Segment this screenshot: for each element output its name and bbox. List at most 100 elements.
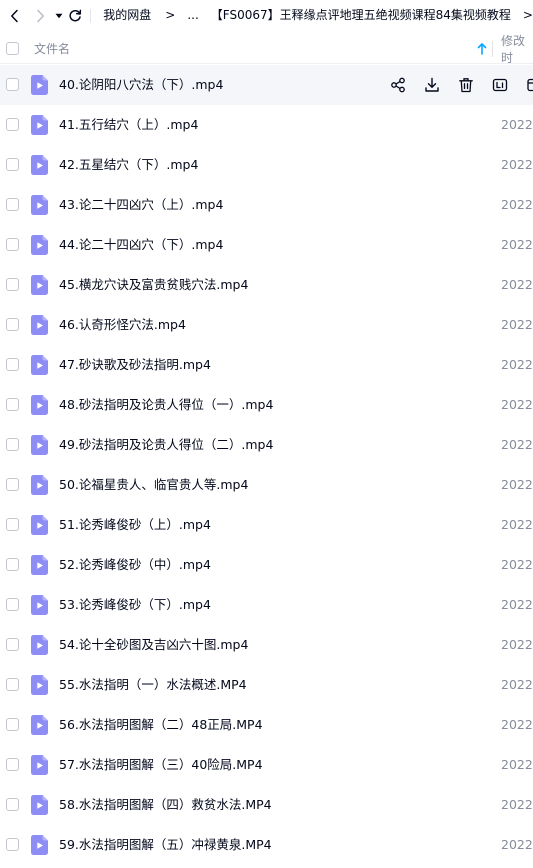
breadcrumb-root[interactable]: 我的网盘 — [103, 0, 151, 31]
file-row[interactable]: 48.砂法指明及论贵人得位（一）.mp4 2022- — [0, 385, 533, 425]
row-checkbox[interactable] — [6, 478, 19, 491]
row-checkbox[interactable] — [6, 558, 19, 571]
delete-icon — [459, 78, 473, 93]
modified-date: 2022- — [501, 277, 533, 292]
chevron-right-icon — [37, 9, 44, 22]
file-row[interactable]: 58.水法指明图解（四）救贫水法.MP4 2022- — [0, 785, 533, 825]
file-list-header: 文件名 修改时 — [0, 32, 533, 66]
breadcrumb-ellipsis[interactable]: ... — [187, 0, 198, 31]
arrow-up-icon[interactable] — [476, 41, 488, 57]
row-checkbox[interactable] — [6, 158, 19, 171]
row-checkbox[interactable] — [6, 518, 19, 531]
file-row[interactable]: 54.论十全砂图及吉凶六十图.mp4 2022- — [0, 625, 533, 665]
modified-date: 2022- — [501, 797, 533, 812]
file-row[interactable]: 51.论秀峰俊砂（上）.mp4 2022- — [0, 505, 533, 545]
file-row[interactable]: 59.水法指明图解（五）冲禄黄泉.MP4 2022- — [0, 825, 533, 865]
file-name[interactable]: 44.论二十四凶穴（下）.mp4 — [59, 225, 223, 265]
file-name[interactable]: 45.横龙穴诀及富贵贫贱穴法.mp4 — [59, 265, 248, 305]
file-row[interactable]: 55.水法指明（一）水法概述.MP4 2022- — [0, 665, 533, 705]
file-row[interactable]: 41.五行结穴（上）.mp4 2022- — [0, 105, 533, 145]
row-checkbox[interactable] — [6, 678, 19, 691]
file-row[interactable]: 45.横龙穴诀及富贵贫贱穴法.mp4 2022- — [0, 265, 533, 305]
file-name[interactable]: 41.五行结穴（上）.mp4 — [59, 105, 198, 145]
file-name[interactable]: 46.认奇形怪穴法.mp4 — [59, 305, 186, 345]
file-name[interactable]: 57.水法指明图解（三）40险局.MP4 — [59, 745, 263, 785]
file-row[interactable]: 52.论秀峰俊砂（中）.mp4 2022- — [0, 545, 533, 585]
file-name[interactable]: 56.水法指明图解（二）48正局.MP4 — [59, 705, 263, 745]
file-row[interactable]: 57.水法指明图解（三）40险局.MP4 2022- — [0, 745, 533, 785]
row-checkbox[interactable] — [6, 278, 19, 291]
file-name[interactable]: 59.水法指明图解（五）冲禄黄泉.MP4 — [59, 825, 272, 865]
row-checkbox[interactable] — [6, 758, 19, 771]
file-name[interactable]: 54.论十全砂图及吉凶六十图.mp4 — [59, 625, 248, 665]
file-name[interactable]: 48.砂法指明及论贵人得位（一）.mp4 — [59, 385, 273, 425]
modified-date: 2022- — [501, 757, 533, 772]
refresh-button[interactable] — [66, 0, 84, 31]
share-icon — [391, 77, 405, 93]
video-file-icon — [31, 635, 48, 655]
file-name[interactable]: 43.论二十四凶穴（上）.mp4 — [59, 185, 223, 225]
delete-button[interactable] — [456, 75, 476, 95]
row-checkbox[interactable] — [6, 798, 19, 811]
file-row[interactable]: 42.五星结穴（下）.mp4 2022- — [0, 145, 533, 185]
row-checkbox[interactable] — [6, 598, 19, 611]
breadcrumb-separator: > — [165, 8, 176, 22]
video-file-icon — [31, 435, 48, 455]
nav-bar: 我的网盘 > ... 【FS0067】王释缘点评地理五绝视频课程84集视频教程 … — [0, 0, 533, 31]
row-checkbox[interactable] — [6, 438, 19, 451]
file-name[interactable]: 52.论秀峰俊砂（中）.mp4 — [59, 545, 211, 585]
file-name[interactable]: 47.砂诀歌及砂法指明.mp4 — [59, 345, 211, 385]
more-button[interactable] — [524, 75, 533, 95]
row-checkbox[interactable] — [6, 118, 19, 131]
file-row[interactable]: 53.论秀峰俊砂（下）.mp4 2022- — [0, 585, 533, 625]
row-checkbox[interactable] — [6, 318, 19, 331]
row-checkbox[interactable] — [6, 358, 19, 371]
video-file-icon — [31, 395, 48, 415]
file-row[interactable]: 46.认奇形怪穴法.mp4 2022- — [0, 305, 533, 345]
file-row[interactable]: 44.论二十四凶穴（下）.mp4 2022- — [0, 225, 533, 265]
share-button[interactable] — [388, 75, 408, 95]
file-row[interactable]: 56.水法指明图解（二）48正局.MP4 2022- — [0, 705, 533, 745]
row-checkbox[interactable] — [6, 638, 19, 651]
video-file-icon — [31, 355, 48, 375]
modified-date: 2022- — [501, 117, 533, 132]
video-file-icon — [31, 755, 48, 775]
file-row[interactable]: 43.论二十四凶穴（上）.mp4 2022- — [0, 185, 533, 225]
download-button[interactable] — [422, 75, 442, 95]
video-file-icon — [31, 555, 48, 575]
video-file-icon — [31, 835, 48, 855]
file-row[interactable]: 50.论福星贵人、临官贵人等.mp4 2022- — [0, 465, 533, 505]
breadcrumb-separator: > — [522, 8, 533, 22]
rename-button[interactable] — [490, 75, 510, 95]
select-all-checkbox[interactable] — [6, 42, 19, 55]
forward-button[interactable] — [27, 0, 52, 31]
video-file-icon — [31, 235, 48, 255]
column-divider[interactable] — [492, 41, 493, 57]
column-header-modified[interactable]: 修改时 — [501, 32, 533, 66]
column-header-name[interactable]: 文件名 — [34, 40, 70, 57]
row-checkbox[interactable] — [6, 838, 19, 851]
file-name[interactable]: 40.论阴阳八穴法（下）.mp4 — [59, 65, 223, 105]
row-checkbox[interactable] — [6, 78, 19, 91]
download-icon — [425, 77, 439, 92]
row-checkbox[interactable] — [6, 238, 19, 251]
file-name[interactable]: 50.论福星贵人、临官贵人等.mp4 — [59, 465, 248, 505]
modified-date: 2022- — [501, 397, 533, 412]
row-checkbox[interactable] — [6, 198, 19, 211]
file-row[interactable]: 49.砂法指明及论贵人得位（二）.mp4 2022- — [0, 425, 533, 465]
file-name[interactable]: 49.砂法指明及论贵人得位（二）.mp4 — [59, 425, 273, 465]
modified-date: 2022- — [501, 437, 533, 452]
breadcrumb-current-folder[interactable]: 【FS0067】王释缘点评地理五绝视频课程84集视频教程 — [211, 0, 511, 31]
file-name[interactable]: 53.论秀峰俊砂（下）.mp4 — [59, 585, 211, 625]
back-button[interactable] — [2, 0, 27, 31]
file-name[interactable]: 58.水法指明图解（四）救贫水法.MP4 — [59, 785, 272, 825]
file-row[interactable]: 47.砂诀歌及砂法指明.mp4 2022- — [0, 345, 533, 385]
file-name[interactable]: 55.水法指明（一）水法概述.MP4 — [59, 665, 247, 705]
row-checkbox[interactable] — [6, 398, 19, 411]
row-checkbox[interactable] — [6, 718, 19, 731]
history-dropdown[interactable] — [53, 0, 66, 31]
file-list: 40.论阴阳八穴法（下）.mp4 41.五行结穴（上）.mp4 2022- 42… — [0, 65, 533, 865]
file-row[interactable]: 40.论阴阳八穴法（下）.mp4 — [0, 65, 533, 105]
file-name[interactable]: 51.论秀峰俊砂（上）.mp4 — [59, 505, 211, 545]
file-name[interactable]: 42.五星结穴（下）.mp4 — [59, 145, 198, 185]
